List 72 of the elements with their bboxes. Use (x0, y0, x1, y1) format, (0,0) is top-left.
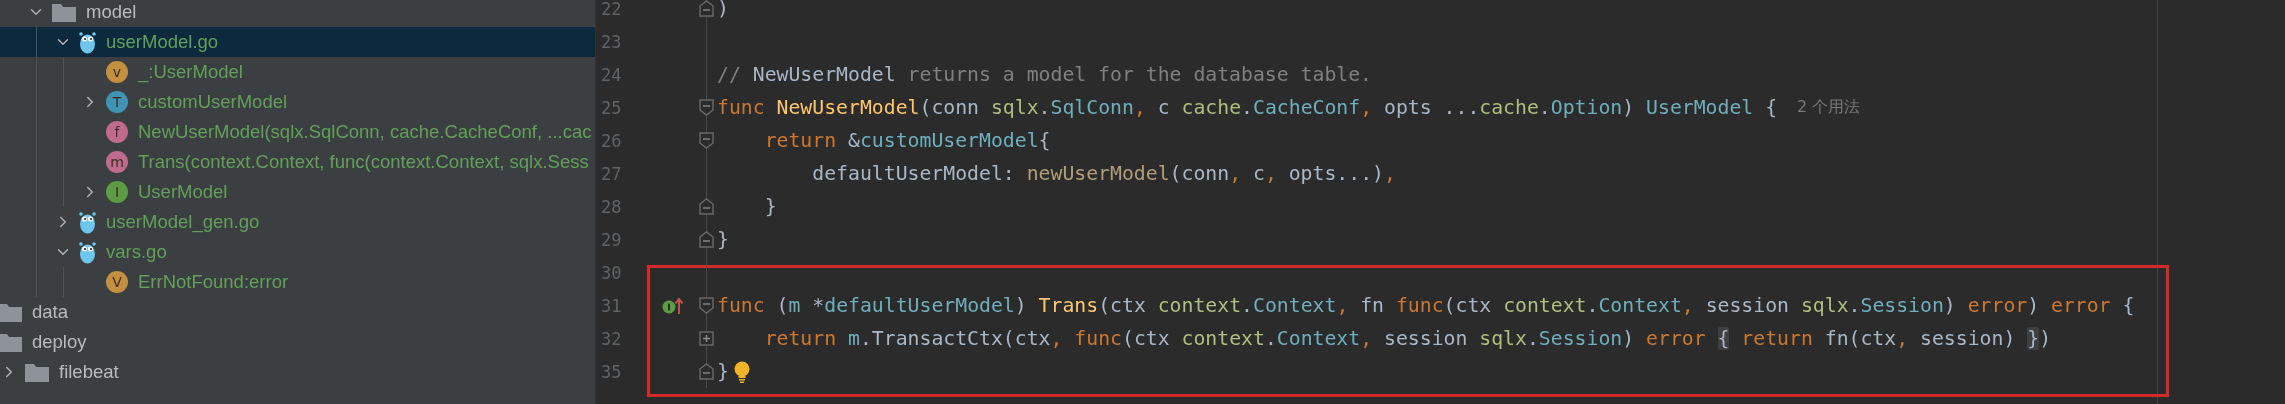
tree-row[interactable]: filebeat (0, 357, 595, 387)
fold-icon[interactable] (699, 99, 714, 116)
tree-row[interactable]: userModel_gen.go (0, 207, 595, 237)
usage-hint[interactable]: 2 个用法 (1797, 97, 1861, 118)
line-number: 25 (600, 97, 623, 118)
code-line: func NewUserModel(conn sqlx.SqlConn, c cache.CacheConf, opts ...cache.Option) UserModel { (717, 96, 1778, 119)
symbol-icon: I (106, 181, 128, 203)
folder-icon (52, 2, 76, 22)
tree-label: customUserModel (138, 91, 288, 113)
code-line: // NewUserModel returns a model for the database table. (717, 63, 1373, 86)
symbol-icon: T (106, 91, 128, 113)
tree-label: userModel.go (106, 31, 219, 53)
line-number: 27 (600, 163, 623, 184)
symbol-icon: v (106, 61, 128, 83)
tree-row[interactable]: data (0, 297, 595, 327)
fold-icon[interactable] (699, 363, 714, 380)
line-number: 24 (600, 64, 623, 85)
code-line: return &customUserModel{ (763, 129, 1051, 152)
gopher-icon (79, 240, 96, 264)
gopher-icon (79, 30, 96, 54)
symbol-icon: m (106, 151, 128, 173)
folder-icon (0, 302, 22, 322)
line-number: 22 (600, 0, 623, 19)
tree-row[interactable]: model (0, 0, 595, 27)
fold-icon[interactable] (699, 0, 714, 17)
tree-row[interactable]: T customUserModel (0, 87, 595, 117)
fold-icon[interactable] (699, 231, 714, 248)
tree-label: Trans(context.Context, func(context.Context, sqlx.Sess (138, 151, 589, 173)
tree-label: model (86, 1, 137, 23)
tree-label: userModel_gen.go (106, 211, 260, 233)
line-number: 26 (600, 130, 623, 151)
symbol-icon: V (106, 271, 128, 293)
line-number: 35 (600, 361, 623, 382)
folder-icon (0, 332, 22, 352)
tree-row[interactable]: v _:UserModel (0, 57, 595, 87)
tree-row[interactable]: I UserModel (0, 177, 595, 207)
code-line: defaultUserModel: newUserModel(conn, c, opts...), (811, 162, 1396, 185)
implements-icon[interactable] (662, 296, 684, 315)
tree-row[interactable]: V ErrNotFound:error (0, 267, 595, 297)
tree-row[interactable]: f NewUserModel(sqlx.SqlConn, cache.CacheConf, ...cac (0, 117, 595, 147)
code-line: } (717, 360, 729, 383)
fold-icon[interactable] (699, 198, 714, 215)
line-number: 29 (600, 229, 623, 250)
fold-icon[interactable] (699, 297, 714, 314)
line-number: 23 (600, 31, 623, 52)
code-line: } (763, 195, 777, 218)
tree-label: filebeat (59, 361, 119, 383)
tree-label: ErrNotFound:error (138, 271, 289, 293)
tree-row[interactable]: deploy (0, 327, 595, 357)
code-line: return m.TransactCtx(ctx, func(ctx context.Context, session sqlx.Session) error { return fn(ctx, session) }) (763, 327, 2052, 350)
gopher-icon (79, 210, 96, 234)
tree-label: deploy (32, 331, 87, 353)
tree-row[interactable]: m Trans(context.Context, func(context.Context, sqlx.Sess (0, 147, 595, 177)
lightbulb-icon[interactable] (732, 360, 751, 383)
tree-label: UserModel (138, 181, 228, 203)
expand-icon[interactable] (699, 331, 714, 346)
tree-label: data (32, 301, 68, 323)
tree-row[interactable]: userModel.go (0, 27, 595, 57)
code-line: ) (717, 0, 729, 20)
tree-label: _:UserModel (138, 61, 243, 83)
line-number: 32 (600, 328, 623, 349)
line-number: 28 (600, 196, 623, 217)
tree-label: vars.go (106, 241, 167, 263)
tree-label: NewUserModel(sqlx.SqlConn, cache.CacheConf, ...cac (138, 121, 592, 143)
line-number: 30 (600, 262, 623, 283)
line-number: 31 (600, 295, 623, 316)
code-line: func (m *defaultUserModel) Trans(ctx context.Context, fn func(ctx context.Context, session sqlx.Session) error) error { (717, 294, 2135, 317)
symbol-icon: f (106, 121, 128, 143)
fold-icon[interactable] (699, 132, 714, 149)
tree-row[interactable]: vars.go (0, 237, 595, 267)
folder-icon (25, 362, 49, 382)
code-line: } (717, 228, 729, 251)
